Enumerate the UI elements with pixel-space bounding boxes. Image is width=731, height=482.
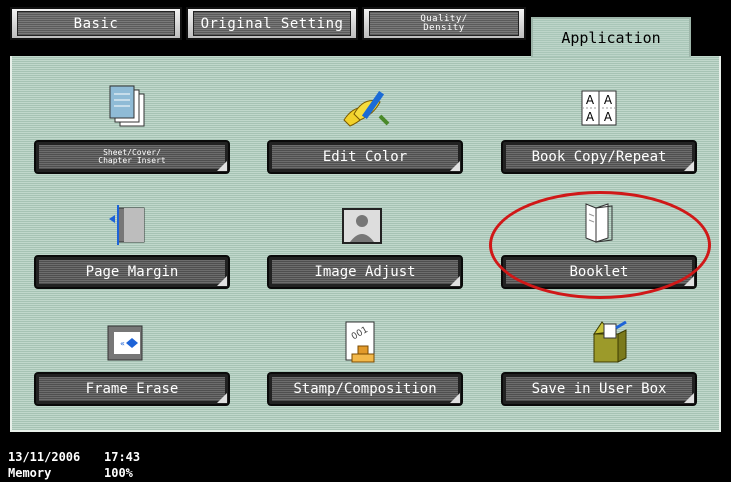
book-copy-icon: A A A A [581, 90, 617, 130]
status-memory-value: 100% [104, 466, 133, 480]
save-in-user-box-button[interactable]: Save in User Box [501, 372, 697, 406]
tab-quality-density-label: Quality/ Density [369, 11, 519, 36]
user-box-icon [590, 318, 630, 370]
sheet-insert-icon [104, 84, 152, 136]
tab-original-setting[interactable]: Original Setting [186, 7, 358, 40]
book-copy-letter: A [586, 93, 595, 107]
tab-basic-label: Basic [17, 11, 175, 36]
tab-original-setting-label: Original Setting [193, 11, 351, 36]
edit-color-button[interactable]: Edit Color [267, 140, 463, 174]
save-in-user-box-label: Save in User Box [506, 377, 692, 401]
stamp-icon: 001 [344, 320, 380, 370]
button-corner [450, 393, 460, 403]
book-copy-letter: A [604, 93, 613, 107]
button-corner [217, 393, 227, 403]
tab-basic[interactable]: Basic [10, 7, 182, 40]
book-copy-letter: A [604, 110, 613, 124]
button-corner [684, 393, 694, 403]
tab-application-label: Application [561, 29, 661, 47]
button-corner [450, 161, 460, 171]
status-date: 13/11/2006 [8, 450, 81, 464]
svg-text:«: « [120, 339, 125, 348]
status-bar: 13/11/2006 17:43 Memory 100% [0, 447, 731, 482]
copier-screen: Basic Original Setting Quality/ Density … [0, 0, 731, 482]
sheet-cover-label: Sheet/Cover/ Chapter Insert [39, 145, 225, 169]
frame-erase-label: Frame Erase [39, 377, 225, 401]
image-adjust-icon [342, 208, 382, 248]
button-corner [217, 276, 227, 286]
status-time: 17:43 [104, 450, 141, 464]
tab-quality-density[interactable]: Quality/ Density [362, 7, 526, 40]
stamp-composition-button[interactable]: Stamp/Composition [267, 372, 463, 406]
image-adjust-label: Image Adjust [272, 260, 458, 284]
page-margin-icon [106, 205, 146, 249]
book-copy-repeat-button[interactable]: Book Copy/Repeat [501, 140, 697, 174]
stamp-composition-label: Stamp/Composition [272, 377, 458, 401]
sheet-cover-chapter-insert-button[interactable]: Sheet/Cover/ Chapter Insert [34, 140, 230, 174]
button-corner [450, 276, 460, 286]
edit-color-label: Edit Color [272, 145, 458, 169]
frame-erase-button[interactable]: Frame Erase [34, 372, 230, 406]
button-corner [684, 161, 694, 171]
frame-erase-icon: « [106, 322, 146, 366]
image-adjust-button[interactable]: Image Adjust [267, 255, 463, 289]
booklet-highlight-ellipse [489, 191, 711, 299]
status-memory-label: Memory [8, 466, 52, 480]
page-margin-label: Page Margin [39, 260, 225, 284]
tab-application[interactable]: Application [531, 17, 691, 57]
edit-color-icon [340, 86, 392, 134]
book-copy-label: Book Copy/Repeat [506, 145, 692, 169]
book-copy-letter: A [586, 110, 595, 124]
button-corner [217, 161, 227, 171]
page-margin-button[interactable]: Page Margin [34, 255, 230, 289]
